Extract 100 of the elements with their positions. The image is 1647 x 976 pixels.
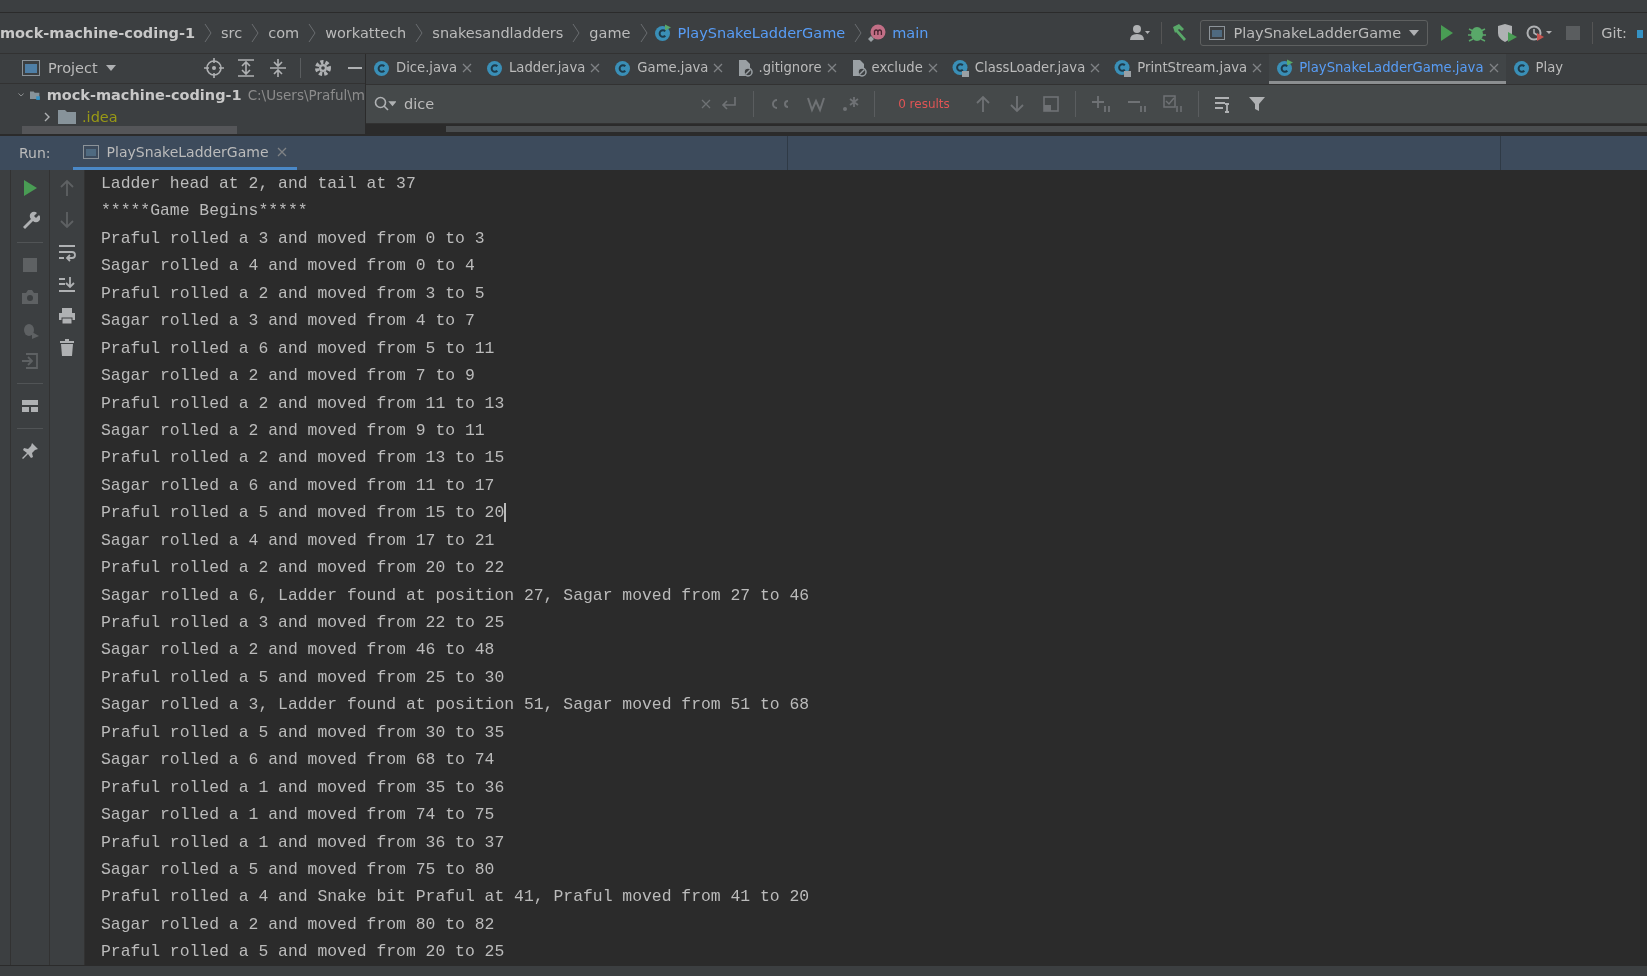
print-icon[interactable] — [57, 306, 77, 326]
editor-tab[interactable]: exclude — [843, 54, 945, 84]
collapse-all-icon[interactable] — [268, 58, 288, 79]
console-line: Praful rolled a 4 and Snake bit Praful at 41, Praful moved from 41 to 20 — [101, 886, 810, 909]
close-icon[interactable] — [590, 62, 601, 73]
coverage-icon[interactable] — [1496, 23, 1519, 43]
select-all-icon[interactable] — [1041, 94, 1061, 114]
tree-item[interactable]: .idea — [82, 108, 118, 125]
console-line: Praful rolled a 3 and moved from 22 to 25 — [101, 612, 505, 634]
breadcrumb-chevron-icon — [308, 23, 317, 43]
console-line: Praful rolled a 2 and moved from 11 to 13 — [101, 392, 505, 415]
class-icon — [614, 58, 633, 77]
breadcrumb-chevron-icon — [854, 23, 863, 43]
breadcrumb-item[interactable]: main — [889, 25, 932, 41]
run-label: Run: — [18, 144, 52, 163]
soft-wrap-icon[interactable] — [57, 242, 77, 262]
breadcrumb-chevron-icon — [639, 23, 648, 43]
trash-icon[interactable] — [57, 338, 77, 358]
git-label: Git: — [1601, 25, 1627, 41]
editor-tab[interactable]: Ladder.java — [479, 54, 608, 84]
close-icon[interactable] — [1488, 62, 1499, 73]
console-line: Ladder head at 2, and tail at 37 — [101, 173, 416, 195]
close-icon[interactable] — [927, 62, 938, 73]
locked-class-icon — [1114, 58, 1133, 77]
console-line: *****Game Begins***** — [101, 200, 308, 223]
console-line: Praful rolled a 2 and moved from 20 to 22 — [101, 557, 505, 580]
breadcrumb-item[interactable]: src — [218, 25, 246, 41]
editor-tab[interactable]: .gitignore — [730, 54, 844, 84]
file-icon — [850, 58, 867, 77]
search-results-count: 0 results — [897, 97, 951, 111]
stop-icon[interactable] — [20, 255, 40, 275]
breadcrumb-item[interactable]: mock-machine-coding-1 — [0, 25, 198, 41]
console-line: Sagar rolled a 5 and moved from 75 to 80 — [101, 858, 495, 881]
close-icon[interactable] — [1252, 62, 1263, 73]
class-icon — [1512, 58, 1531, 77]
close-icon[interactable] — [276, 146, 287, 157]
file-icon — [737, 58, 754, 77]
search-icon — [374, 96, 396, 112]
camera-icon[interactable] — [20, 287, 40, 307]
window-icon — [1209, 26, 1226, 40]
add-occurrence-icon[interactable] — [1090, 94, 1112, 114]
close-icon[interactable] — [462, 62, 472, 73]
console-line: Sagar rolled a 2 and moved from 46 to 48 — [101, 639, 495, 662]
breadcrumb-item[interactable]: com — [265, 25, 303, 41]
breadcrumb-item[interactable]: PlaySnakeLadderGame — [674, 25, 849, 41]
horizontal-scrollbar[interactable] — [22, 126, 237, 134]
console-line: Sagar rolled a 6, Ladder found at position 27, Sagar moved from 27 to 46 — [101, 584, 810, 607]
editor-tab[interactable]: PrintStream.java — [1107, 54, 1270, 84]
close-icon[interactable] — [1090, 62, 1101, 73]
console-line: Praful rolled a 1 and moved from 35 to 36 — [101, 776, 505, 799]
settings-icon[interactable] — [313, 58, 333, 79]
editor-tab[interactable]: Game.java — [607, 54, 731, 84]
expand-all-icon[interactable] — [236, 58, 256, 79]
regex-icon[interactable] — [840, 94, 860, 114]
close-icon[interactable] — [713, 62, 724, 73]
class-run-icon — [653, 24, 672, 42]
console-line: Sagar rolled a 6 and moved from 11 to 17 — [101, 474, 495, 497]
console-line: Sagar rolled a 2 and moved from 7 to 9 — [101, 365, 475, 388]
console-line: Sagar rolled a 6 and moved from 68 to 74 — [101, 749, 495, 772]
editor-tab[interactable]: Play — [1505, 54, 1571, 84]
breadcrumb-item[interactable]: workattech — [322, 25, 410, 41]
run-configuration-dropdown[interactable]: PlaySnakeLadderGame — [1200, 20, 1429, 46]
breadcrumb-chevron-icon — [204, 23, 212, 43]
editor-tab[interactable]: Dice.java — [366, 54, 479, 84]
breadcrumb-chevron-icon — [251, 23, 260, 43]
console-line: Praful rolled a 5 and moved from 30 to 35 — [101, 721, 505, 744]
console-line: Praful rolled a 1 and moved from 36 to 37 — [101, 831, 505, 854]
console-line: Praful rolled a 2 and moved from 13 to 15 — [101, 447, 505, 470]
dropdown-caret-icon[interactable] — [105, 65, 116, 72]
editor-tab[interactable]: PlaySnakeLadderGame.java — [1269, 54, 1506, 84]
class-icon — [486, 58, 504, 77]
tree-item[interactable]: mock-machine-coding-1 — [46, 87, 242, 104]
exit-icon[interactable] — [20, 351, 40, 371]
console-line: Sagar rolled a 2 and moved from 9 to 11 — [101, 419, 485, 442]
next-occurrence-icon[interactable] — [1007, 94, 1027, 114]
method-icon — [868, 24, 887, 42]
console-line: Sagar rolled a 2 and moved from 80 to 82 — [101, 913, 495, 936]
project-path: C:\Users\Praful\m — [247, 87, 365, 104]
editor-tab[interactable]: ClassLoader.java — [944, 54, 1108, 84]
console-line: Praful rolled a 2 and moved from 3 to 5 — [101, 282, 485, 305]
console-line: Sagar rolled a 4 and moved from 0 to 4 — [101, 255, 475, 278]
console-line: Praful rolled a 6 and moved from 5 to 11 — [101, 337, 495, 360]
close-icon[interactable] — [826, 62, 837, 73]
breadcrumb-item[interactable]: game — [586, 25, 634, 41]
console-line: Sagar rolled a 3 and moved from 4 to 7 — [101, 310, 475, 333]
select-occurrences-icon[interactable] — [1162, 94, 1184, 114]
console-line: Praful rolled a 5 and moved from 25 to 30 — [101, 666, 505, 689]
locate-icon[interactable] — [204, 58, 224, 79]
filter-icon[interactable] — [1247, 94, 1267, 114]
profiler-dropdown-icon[interactable] — [1526, 23, 1555, 43]
breadcrumb-item[interactable]: snakesandladders — [429, 25, 567, 41]
dropdown-caret-icon — [1409, 30, 1420, 36]
scroll-to-end-icon[interactable] — [57, 274, 77, 294]
search-field[interactable]: dice — [374, 94, 739, 114]
class-icon — [373, 58, 391, 77]
panel-title[interactable]: Project — [48, 60, 98, 77]
close-icon[interactable] — [701, 99, 711, 109]
pin-icon[interactable] — [20, 441, 40, 461]
down-arrow-icon[interactable] — [57, 210, 77, 230]
console-line: Praful rolled a 3 and moved from 0 to 3 — [101, 227, 485, 250]
